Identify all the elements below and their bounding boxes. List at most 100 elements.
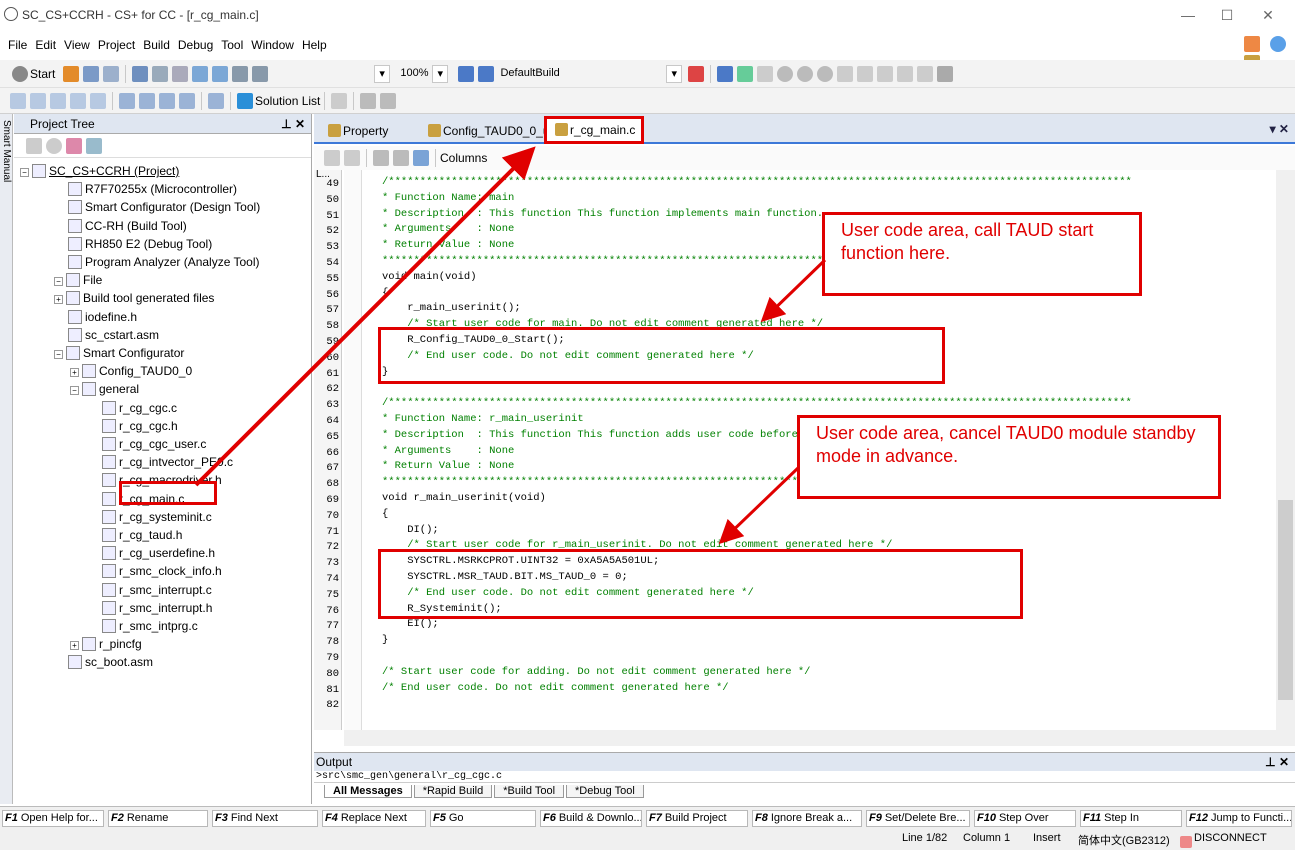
code-line[interactable]: } bbox=[382, 634, 388, 647]
menu-tool[interactable]: Tool bbox=[221, 38, 243, 52]
output-tab-rapid[interactable]: *Rapid Build bbox=[413, 785, 493, 798]
menu-help[interactable]: Help bbox=[302, 38, 327, 52]
panel-icon-2[interactable] bbox=[139, 92, 155, 109]
rebuild-icon[interactable] bbox=[478, 65, 495, 82]
new-icon[interactable] bbox=[63, 65, 80, 82]
vertical-scrollbar[interactable] bbox=[1276, 170, 1295, 730]
code-line[interactable]: /***************************************… bbox=[382, 176, 1132, 189]
code-line[interactable]: * Arguments : None bbox=[382, 445, 514, 458]
tree-node[interactable]: sc_cstart.asm bbox=[68, 326, 159, 344]
view-icon-5[interactable] bbox=[90, 92, 106, 109]
tree-node[interactable]: RH850 E2 (Debug Tool) bbox=[68, 235, 212, 253]
expand-toggle-icon[interactable]: − bbox=[20, 168, 29, 177]
redo-icon[interactable] bbox=[212, 65, 229, 82]
nav-return-icon[interactable] bbox=[413, 150, 429, 166]
search-dropdown[interactable]: ▾ bbox=[374, 64, 391, 83]
tab-property[interactable]: Property bbox=[320, 120, 394, 144]
fkey-f3[interactable]: F3 Find Next bbox=[212, 810, 318, 827]
tree-node[interactable]: r_smc_interrupt.c bbox=[102, 581, 212, 599]
fkey-f4[interactable]: F4 Replace Next bbox=[322, 810, 426, 827]
menu-file[interactable]: File bbox=[8, 38, 27, 52]
bookmark2-icon[interactable] bbox=[344, 150, 360, 166]
reset-icon[interactable] bbox=[757, 65, 774, 82]
fkey-f10[interactable]: F10 Step Over bbox=[974, 810, 1076, 827]
menu-edit[interactable]: Edit bbox=[35, 38, 56, 52]
download-icon[interactable] bbox=[717, 65, 734, 82]
code-line[interactable]: EI(); bbox=[382, 618, 439, 631]
code-line[interactable]: DI(); bbox=[382, 524, 439, 537]
stop-build-icon[interactable] bbox=[688, 65, 705, 82]
tree-node[interactable]: r_cg_userdefine.h bbox=[102, 544, 215, 562]
tree-node[interactable]: r_cg_cgc.h bbox=[102, 417, 178, 435]
fkey-f12[interactable]: F12 Jump to Functi... bbox=[1186, 810, 1292, 827]
expand-toggle-icon[interactable]: + bbox=[54, 295, 63, 305]
code-line[interactable]: { bbox=[382, 508, 388, 521]
fkey-f2[interactable]: F2 Rename bbox=[108, 810, 208, 827]
expand-toggle-icon[interactable]: + bbox=[70, 641, 79, 651]
panel-icon-4[interactable] bbox=[179, 92, 195, 109]
copy-icon[interactable] bbox=[152, 65, 169, 82]
paste-icon[interactable] bbox=[172, 65, 189, 82]
find-icon[interactable] bbox=[232, 65, 249, 82]
step-in-icon[interactable] bbox=[837, 65, 854, 82]
option-icon-1[interactable] bbox=[331, 92, 348, 109]
panel-icon-5[interactable] bbox=[208, 92, 224, 109]
expand-toggle-icon[interactable]: − bbox=[54, 350, 63, 359]
code-line[interactable]: * Function Name: r_main_userinit bbox=[382, 413, 584, 426]
option-icon-2[interactable] bbox=[360, 92, 377, 109]
step-over-icon[interactable] bbox=[857, 65, 874, 82]
zoom-select[interactable]: 100% bbox=[396, 65, 432, 83]
tree-node[interactable]: r_cg_cgc_user.c bbox=[102, 435, 206, 453]
tree-node[interactable]: r_cg_cgc.c bbox=[102, 399, 177, 417]
menu-window[interactable]: Window bbox=[251, 38, 294, 52]
user-icon[interactable] bbox=[66, 137, 82, 154]
code-line[interactable]: void main(void) bbox=[382, 271, 477, 284]
view-icon-1[interactable] bbox=[10, 92, 26, 109]
panel-pin-close[interactable]: ⊥ ✕ bbox=[281, 114, 305, 134]
fkey-f6[interactable]: F6 Build & Downlo... bbox=[540, 810, 642, 827]
tab-close-icon[interactable]: ▾ ✕ bbox=[1270, 122, 1289, 136]
output-pin-close[interactable]: ⊥ ✕ bbox=[1265, 753, 1289, 771]
tree-node[interactable]: sc_boot.asm bbox=[68, 653, 153, 671]
tab-r-cg-main[interactable]: r_cg_main.c bbox=[544, 116, 645, 144]
code-line[interactable]: * Return Value : None bbox=[382, 239, 514, 252]
smiley-icon[interactable] bbox=[1244, 36, 1260, 52]
panel-icon-1[interactable] bbox=[119, 92, 135, 109]
tree-node[interactable]: r_smc_intprg.c bbox=[102, 617, 198, 635]
tree-node[interactable]: r_cg_taud.h bbox=[102, 526, 182, 544]
help-icon[interactable] bbox=[1270, 36, 1286, 52]
minimize-button[interactable]: — bbox=[1173, 6, 1203, 24]
output-tab-build[interactable]: *Build Tool bbox=[494, 785, 565, 798]
zoom-dropdown[interactable]: ▾ bbox=[432, 64, 449, 83]
fkey-f1[interactable]: F1 Open Help for... bbox=[2, 810, 104, 827]
refresh-icon[interactable] bbox=[86, 137, 102, 154]
fkey-f8[interactable]: F8 Ignore Break a... bbox=[752, 810, 862, 827]
replace-icon[interactable] bbox=[252, 65, 269, 82]
scroll-thumb[interactable] bbox=[1278, 500, 1293, 700]
status-connection[interactable]: DISCONNECT bbox=[1194, 832, 1267, 844]
code-line[interactable]: /* Start user code for adding. Do not ed… bbox=[382, 666, 810, 679]
tree-node[interactable]: + Build tool generated files bbox=[54, 289, 214, 307]
solution-list-button[interactable]: Solution List bbox=[255, 94, 320, 108]
fkey-f9[interactable]: F9 Set/Delete Bre... bbox=[866, 810, 970, 827]
option-icon-3[interactable] bbox=[380, 92, 397, 109]
output-tab-all[interactable]: All Messages bbox=[324, 785, 412, 798]
columns-button[interactable]: Columns bbox=[440, 151, 487, 165]
tree-node[interactable]: CC-RH (Build Tool) bbox=[68, 217, 187, 235]
code-line[interactable]: r_main_userinit(); bbox=[382, 302, 520, 315]
tree-node[interactable]: R7F70255x (Microcontroller) bbox=[68, 180, 237, 198]
code-line[interactable]: * Arguments : None bbox=[382, 223, 514, 236]
tree-node[interactable]: r_cg_intvector_PE0.c bbox=[102, 453, 233, 471]
step-out-icon[interactable] bbox=[877, 65, 894, 82]
code-line[interactable]: * Function Name: main bbox=[382, 192, 514, 205]
menu-debug[interactable]: Debug bbox=[178, 38, 213, 52]
tree-node[interactable]: + Config_TAUD0_0 bbox=[70, 362, 192, 380]
run-icon[interactable] bbox=[817, 65, 834, 82]
nav-back-icon[interactable] bbox=[393, 150, 409, 166]
bookmark-icon[interactable] bbox=[324, 150, 340, 166]
smart-manual-label[interactable]: Smart Manual bbox=[1, 120, 12, 182]
tree-node[interactable]: r_smc_interrupt.h bbox=[102, 599, 212, 617]
tree-node[interactable]: r_cg_systeminit.c bbox=[102, 508, 212, 526]
maximize-button[interactable]: ☐ bbox=[1212, 6, 1242, 24]
view-icon-4[interactable] bbox=[70, 92, 86, 109]
